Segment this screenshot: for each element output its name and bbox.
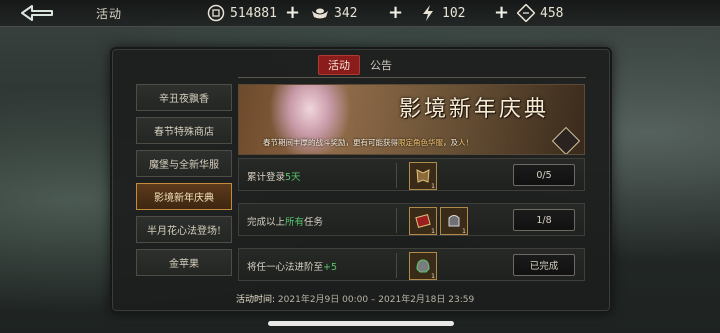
sidebar-item-spring-shop[interactable]: 春节特殊商店 bbox=[136, 117, 232, 144]
task-label: 累计登录5天 bbox=[247, 172, 301, 183]
sidebar-item-half-moon[interactable]: 半月花心法登场! bbox=[136, 216, 232, 243]
tab-activity[interactable]: 活动 bbox=[318, 55, 360, 75]
scroll-icon bbox=[415, 214, 431, 228]
add-stamina-button[interactable]: + bbox=[494, 2, 509, 24]
ingot-icon bbox=[310, 3, 330, 23]
ingot-counter: 342 bbox=[310, 3, 357, 23]
event-time: 活动时间: 2021年2月9日 00:00 – 2021年2月18日 23:59 bbox=[236, 295, 475, 305]
ticket-value: 458 bbox=[540, 5, 564, 21]
task-completed-button[interactable]: 已完成 bbox=[513, 254, 575, 276]
task-row-complete-all: 完成以上所有任务 1 1 1/8 bbox=[238, 203, 585, 236]
sidebar-item-new-year-eve[interactable]: 辛丑夜飘香 bbox=[136, 84, 232, 111]
add-ingot-button[interactable]: + bbox=[388, 2, 403, 24]
back-arrow-icon bbox=[21, 5, 53, 21]
sidebar-item-castle-outfit[interactable]: 魔堡与全新华服 bbox=[136, 150, 232, 177]
event-sidebar: 辛丑夜飘香 春节特殊商店 魔堡与全新华服 影境新年庆典 半月花心法登场! 金苹果 bbox=[136, 84, 232, 282]
banner-subtitle: 春节期间丰厚的战斗奖励，更有可能获得限定角色华服，及人！ bbox=[263, 138, 473, 147]
coin-value: 514881 bbox=[230, 5, 277, 21]
coin-icon bbox=[206, 3, 226, 23]
armor-icon bbox=[416, 169, 430, 183]
event-banner: 影境新年庆典 春节期间丰厚的战斗奖励，更有可能获得限定角色华服，及人！ bbox=[238, 84, 585, 155]
task-progress-button[interactable]: 1/8 bbox=[513, 209, 575, 231]
top-bar: 活动 514881 + 342 + 102 + 458 bbox=[0, 0, 720, 27]
reward-item[interactable]: 1 bbox=[409, 207, 437, 235]
ticket-icon bbox=[516, 3, 536, 23]
sidebar-item-new-year-celebration[interactable]: 影境新年庆典 bbox=[136, 183, 232, 210]
divider bbox=[396, 253, 397, 278]
helmet-icon bbox=[416, 259, 430, 273]
reward-item[interactable]: 1 bbox=[409, 252, 437, 280]
task-row-upgrade: 将任一心法进阶至+5 1 已完成 bbox=[238, 248, 585, 281]
reward-item[interactable]: 1 bbox=[409, 162, 437, 190]
coin-counter: 514881 bbox=[206, 3, 277, 23]
reward-preview-icon[interactable] bbox=[551, 126, 581, 154]
task-row-login: 累计登录5天 1 0/5 bbox=[238, 158, 585, 191]
task-label: 完成以上所有任务 bbox=[247, 217, 324, 228]
divider bbox=[396, 163, 397, 188]
task-progress-button[interactable]: 0/5 bbox=[513, 164, 575, 186]
add-coin-button[interactable]: + bbox=[285, 2, 300, 24]
tab-divider bbox=[238, 77, 586, 78]
ingot-value: 342 bbox=[334, 5, 358, 21]
task-label: 将任一心法进阶至+5 bbox=[247, 262, 338, 273]
stamina-value: 102 bbox=[442, 5, 466, 21]
tab-bar: 活动 公告 bbox=[318, 55, 402, 77]
tab-announcement[interactable]: 公告 bbox=[360, 55, 402, 75]
sidebar-item-golden-apple[interactable]: 金苹果 bbox=[136, 249, 232, 276]
home-indicator[interactable] bbox=[268, 321, 454, 326]
divider bbox=[396, 208, 397, 233]
page-title: 活动 bbox=[96, 7, 123, 21]
lightning-icon bbox=[418, 3, 438, 23]
stamina-counter: 102 bbox=[418, 3, 465, 23]
ticket-counter: 458 bbox=[516, 3, 563, 23]
chest-icon bbox=[448, 215, 460, 227]
banner-title: 影境新年庆典 bbox=[399, 97, 550, 122]
back-button[interactable] bbox=[14, 2, 60, 24]
reward-item[interactable]: 1 bbox=[440, 207, 468, 235]
